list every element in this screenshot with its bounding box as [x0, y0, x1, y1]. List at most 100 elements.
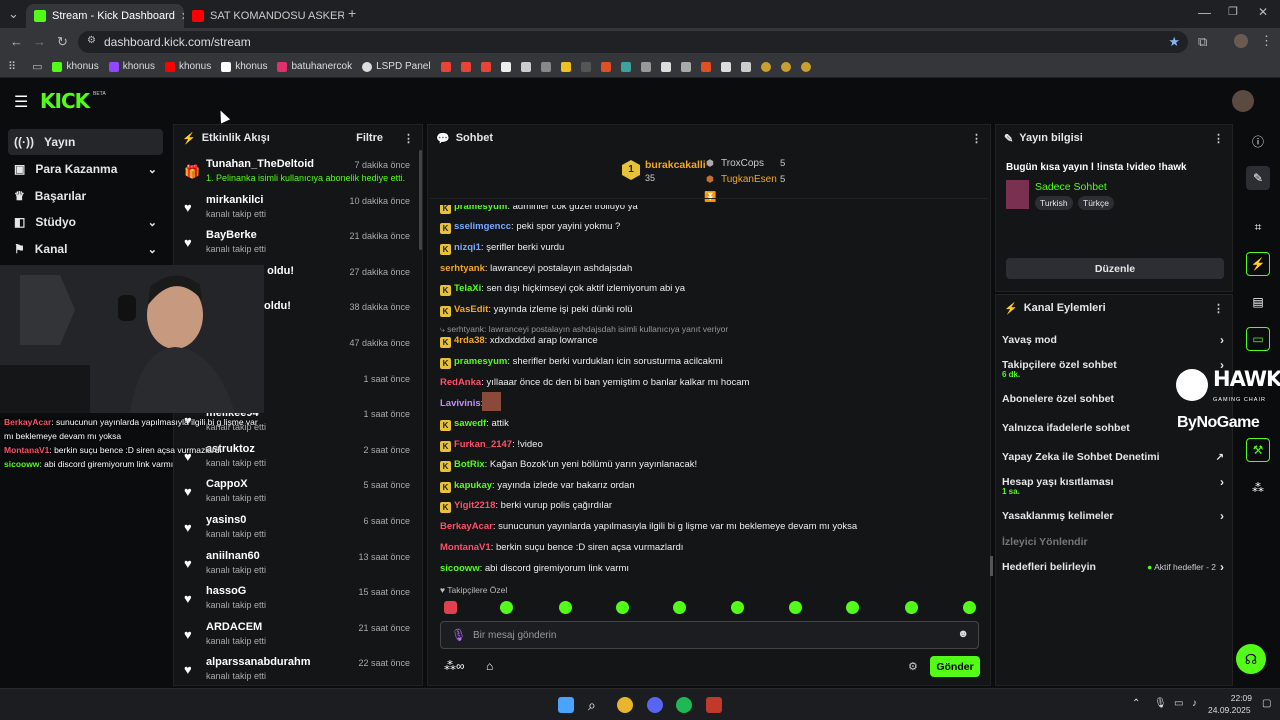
apps-icon[interactable]: ⁂ — [1246, 476, 1270, 500]
extensions-icon[interactable]: ⧉ — [1198, 34, 1207, 50]
bookmark-icon[interactable] — [680, 61, 691, 72]
bookmark-icon[interactable] — [640, 61, 651, 72]
bookmark-icon[interactable] — [700, 61, 711, 72]
capture-icon[interactable]: ⌗ — [1246, 215, 1270, 239]
send-button[interactable]: Gönder — [930, 656, 980, 677]
bookmark-item[interactable]: khonus — [52, 61, 99, 72]
bookmark-star-icon[interactable]: ★ — [1168, 34, 1180, 50]
discord-icon[interactable] — [647, 697, 663, 713]
lightning-icon[interactable]: ⚡ — [1246, 252, 1270, 276]
minimize-icon[interactable]: — — [1198, 5, 1211, 20]
emote-icon[interactable] — [789, 601, 802, 614]
activity-event[interactable]: ♥ ARDACEM 21 saat önce kanalı takip etti — [180, 621, 420, 655]
bookmark-icon[interactable] — [620, 61, 631, 72]
gmail-icon[interactable] — [480, 61, 491, 72]
activity-event[interactable]: ♥ alparssanabdurahm 22 saat önce kanalı tak… — [180, 656, 420, 690]
activity-event[interactable]: ♥ hassoG 15 saat önce kanalı takip etti — [180, 585, 420, 619]
emote-icon[interactable] — [444, 601, 457, 614]
chat-username[interactable]: sselimgencc — [454, 221, 511, 232]
search-icon[interactable]: ⌕ — [588, 697, 604, 713]
chat-username[interactable]: BerkayAcar — [440, 521, 493, 532]
chat-username[interactable]: 4rda38 — [454, 335, 485, 346]
chat-username[interactable]: Yigit2218 — [454, 500, 495, 511]
notification-icon[interactable]: ▢ — [1262, 698, 1271, 709]
apps-icon[interactable]: ⠿ — [8, 60, 16, 73]
activity-event[interactable]: ♥ CappoX 5 saat önce kanalı takip etti — [180, 478, 420, 512]
edit-button[interactable]: Düzenle — [1006, 258, 1224, 279]
pencil-icon[interactable]: ✎ — [1246, 166, 1270, 190]
tab-youtube[interactable]: SAT KOMANDOSU ASKERİ EĞİ ✕ — [184, 4, 344, 28]
hamburger-menu-icon[interactable]: ☰ — [14, 92, 28, 112]
channel-action-item[interactable]: Yavaş mod › — [1002, 328, 1224, 352]
emoji-icon[interactable]: ☻ — [957, 628, 969, 640]
category-name[interactable]: Sadece Sohbet — [1035, 181, 1107, 193]
site-info-icon[interactable]: ⚙ — [87, 35, 96, 46]
more-icon[interactable]: ⋮ — [1213, 302, 1224, 315]
bookmark-item[interactable]: LSPD Panel — [362, 61, 431, 72]
bookmark-icon[interactable] — [740, 61, 751, 72]
bookmark-item[interactable]: khonus — [164, 61, 211, 72]
chat-username[interactable]: pramesyum — [454, 356, 507, 367]
channel-action-item[interactable]: Hesap yaşı kısıtlaması 1 sa. › — [1002, 470, 1224, 496]
leader-name[interactable]: TroxCops — [721, 158, 764, 169]
spotify-icon[interactable] — [676, 697, 692, 713]
window-close-icon[interactable]: ✕ — [1258, 5, 1268, 19]
bookmark-item[interactable]: khonus — [108, 61, 155, 72]
back-icon[interactable]: ← — [10, 34, 23, 49]
network-icon[interactable]: ▭ — [1174, 698, 1183, 709]
activity-event[interactable]: ♥ mirkankilci 10 dakika önce kanalı takip e… — [180, 194, 420, 228]
chat-username[interactable]: sicooww — [440, 563, 480, 574]
menu-icon[interactable]: ⋮ — [1260, 33, 1273, 49]
gmail-icon[interactable] — [440, 61, 451, 72]
more-icon[interactable]: ⋮ — [403, 132, 414, 145]
channel-action-item[interactable]: Yasaklanmış kelimeler › — [1002, 504, 1224, 528]
chrome-icon[interactable] — [617, 697, 633, 713]
chat-username[interactable]: Furkan_2147 — [454, 439, 512, 450]
document-icon[interactable]: ▤ — [1246, 290, 1270, 314]
activity-event[interactable]: ♥ BayBerke 21 dakika önce kanalı takip etti — [180, 229, 420, 263]
chat-username[interactable]: TelaXi — [454, 283, 481, 294]
activity-event[interactable]: 🎁 Tunahan_TheDeltoid 7 dakika önce 1. Pelin… — [180, 158, 420, 192]
nav-basarilar[interactable]: ♛ Başarılar — [8, 183, 163, 209]
chat-username[interactable]: nizqi1 — [454, 242, 481, 253]
chat-input[interactable]: 🎙 Bir mesaj gönderin ☻ — [440, 621, 979, 649]
activity-scrollbar[interactable] — [419, 150, 422, 250]
emote-icon[interactable] — [559, 601, 572, 614]
mic-icon[interactable]: 🎙 — [1154, 698, 1167, 709]
chat-username[interactable]: kapukay — [454, 480, 492, 491]
info-icon[interactable]: ⓘ — [1246, 129, 1270, 153]
bookmark-icon[interactable] — [520, 61, 531, 72]
bookmark-icon[interactable] — [800, 61, 811, 72]
nav-kanal[interactable]: ⚑ Kanal ⌄ — [8, 236, 163, 262]
chat-username[interactable]: MontanaV1 — [440, 542, 491, 553]
tray-chevron-icon[interactable]: ⌃ — [1132, 698, 1140, 709]
new-tab-icon[interactable]: + — [348, 5, 356, 21]
folder-icon[interactable]: ▭ — [32, 60, 42, 73]
more-icon[interactable]: ⋮ — [971, 132, 982, 145]
url-bar[interactable]: ⚙ dashboard.kick.com/stream ★ — [78, 31, 1188, 53]
nav-yayin[interactable]: ((·)) Yayın — [8, 129, 163, 155]
chat-bubble-icon[interactable]: ▭ — [1246, 327, 1270, 351]
activity-event[interactable]: ♥ aniilnan60 13 saat önce kanalı takip etti — [180, 550, 420, 584]
chat-username[interactable]: serhtyank — [440, 263, 485, 274]
channel-action-item[interactable]: Yapay Zeka ile Sohbet Denetimi ↗ — [1002, 445, 1224, 469]
bookmark-icon[interactable] — [540, 61, 551, 72]
store-icon[interactable]: ⌂ — [486, 659, 493, 673]
channel-action-item[interactable]: İzleyici Yönlendir — [1002, 530, 1224, 554]
clock-time[interactable]: 22:09 — [1212, 693, 1252, 703]
wrench-icon[interactable]: ⚒ — [1246, 438, 1270, 462]
leader-name[interactable]: TugkanEsen — [721, 174, 777, 185]
activity-event[interactable]: ♥ yasins0 6 saat önce kanalı takip etti — [180, 514, 420, 548]
support-headset-icon[interactable]: ☊ — [1236, 644, 1266, 674]
user-avatar[interactable] — [1232, 90, 1254, 112]
tab-kick-dashboard[interactable]: Stream - Kick Dashboard ✕ — [26, 4, 184, 28]
chat-username[interactable]: sawedf — [454, 418, 486, 429]
emote-icon[interactable] — [616, 601, 629, 614]
settings-gear-icon[interactable]: ⚙ — [908, 660, 918, 673]
volume-icon[interactable]: ♪ — [1192, 698, 1197, 709]
chat-username[interactable]: Lavivinis — [440, 398, 481, 409]
app-icon[interactable] — [706, 697, 722, 713]
bookmark-icon[interactable] — [580, 61, 591, 72]
emote-icon[interactable] — [500, 601, 513, 614]
more-icon[interactable]: ⋮ — [1213, 132, 1224, 145]
